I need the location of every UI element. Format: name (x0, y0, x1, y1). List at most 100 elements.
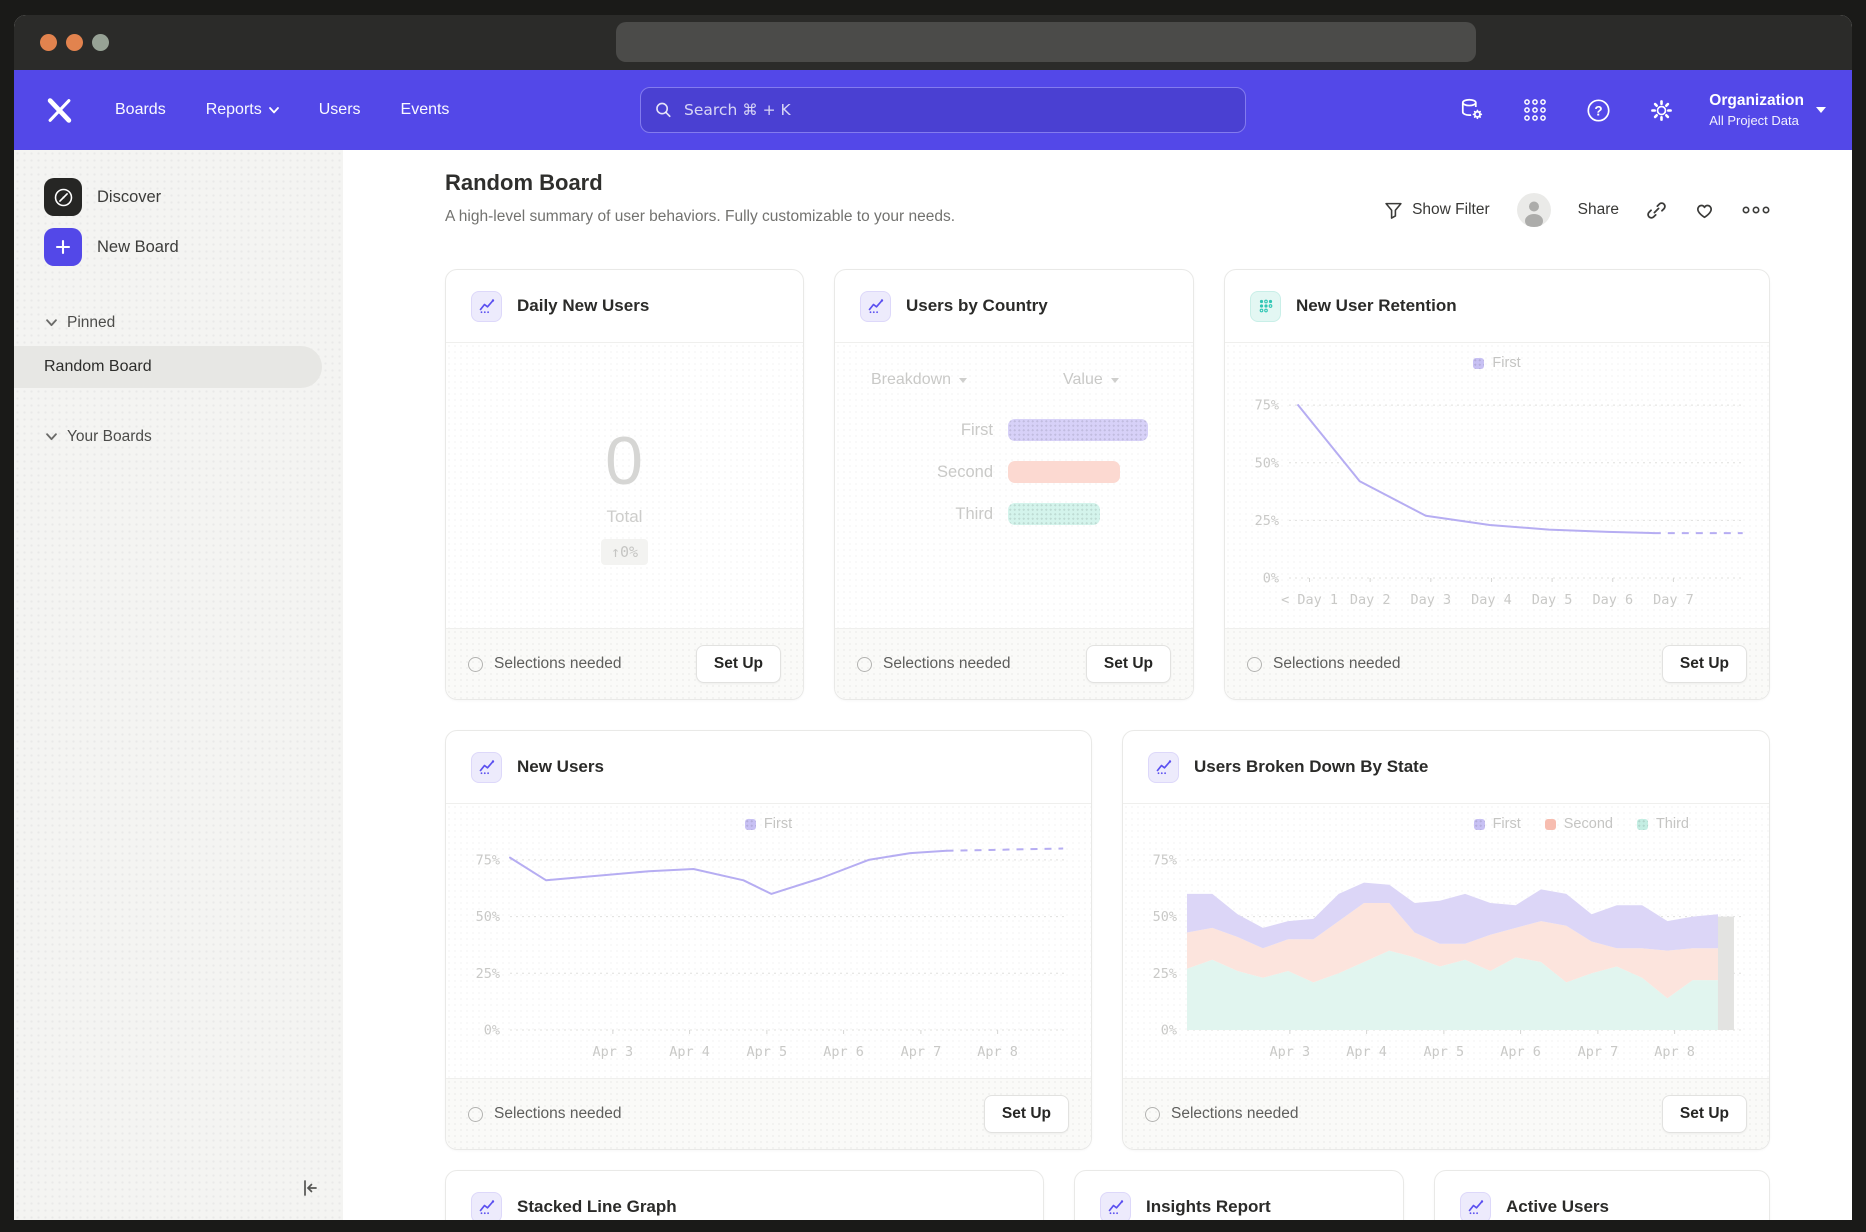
line-chart-icon (471, 291, 502, 322)
line-chart-icon (471, 752, 502, 783)
board-name: Random Board (44, 358, 152, 376)
svg-text:Apr 3: Apr 3 (1270, 1044, 1311, 1060)
svg-text:Day 2: Day 2 (1350, 592, 1391, 608)
line-chart-icon (471, 1192, 502, 1221)
compass-icon (44, 178, 82, 216)
board-actions: Show Filter Share (1384, 190, 1770, 230)
project-name: All Project Data (1709, 112, 1804, 130)
sidebar-collapse-button[interactable] (299, 1177, 321, 1204)
bar-row: Second (835, 451, 1193, 493)
avatar[interactable] (1517, 193, 1551, 227)
breakdown-dropdown[interactable]: Breakdown (871, 371, 967, 389)
sidebar-section-your-boards[interactable]: Your Boards (46, 428, 343, 446)
help-icon[interactable]: ? (1583, 95, 1613, 125)
nav-item-boards[interactable]: Boards (115, 101, 166, 119)
copy-link-icon[interactable] (1646, 200, 1667, 221)
svg-text:Apr 6: Apr 6 (823, 1044, 864, 1060)
svg-text:Apr 5: Apr 5 (1424, 1044, 1465, 1060)
metric-value: 0 (605, 427, 644, 495)
chevron-down-icon (46, 433, 57, 441)
card-header: Stacked Line Graph (446, 1171, 1043, 1220)
sidebar-section-pinned[interactable]: Pinned (46, 314, 343, 332)
status-text: Selections needed (1171, 1105, 1299, 1123)
svg-text:?: ? (1594, 103, 1602, 118)
data-management-icon[interactable] (1457, 95, 1487, 125)
mixpanel-logo-icon[interactable] (46, 97, 73, 124)
status-indicator: Selections needed (1145, 1105, 1299, 1123)
status-text: Selections needed (494, 655, 622, 673)
card-title: New User Retention (1296, 296, 1457, 316)
org-project-switcher[interactable]: Organization All Project Data (1709, 91, 1826, 129)
metric-label: Total (607, 507, 643, 527)
retention-line-chart: 75%50%25%0%< Day 1Day 2Day 3Day 4Day 5Da… (1225, 343, 1771, 632)
status-circle-icon (468, 657, 483, 672)
share-button[interactable]: Share (1578, 201, 1619, 219)
svg-text:Apr 4: Apr 4 (669, 1044, 710, 1060)
svg-text:Apr 4: Apr 4 (1346, 1044, 1387, 1060)
card-footer: Selections needed Set Up (446, 628, 803, 699)
sidebar-item-label: Discover (97, 188, 161, 207)
card-users-by-state: Users Broken Down By State FirstSecondTh… (1122, 730, 1770, 1150)
status-indicator: Selections needed (1247, 655, 1401, 673)
window-minimize-button[interactable] (66, 34, 83, 51)
set-up-button[interactable]: Set Up (1086, 645, 1171, 683)
card-header: Insights Report (1075, 1171, 1403, 1220)
set-up-button[interactable]: Set Up (984, 1095, 1069, 1133)
more-options-icon[interactable] (1742, 204, 1770, 216)
page-subtitle: A high-level summary of user behaviors. … (445, 208, 955, 226)
chevron-down-icon (269, 107, 279, 114)
card-title: Daily New Users (517, 296, 649, 316)
card-new-user-retention: New User Retention First 75%50%25%0%< Da… (1224, 269, 1770, 700)
bar-row: First (835, 409, 1193, 451)
line-chart-icon (1148, 752, 1179, 783)
section-label: Your Boards (67, 428, 152, 446)
org-name: Organization (1709, 91, 1804, 112)
bar-label: Second (835, 463, 1008, 482)
svg-text:Day 6: Day 6 (1592, 592, 1633, 608)
status-indicator: Selections needed (468, 1105, 622, 1123)
card-stacked-line-graph: Stacked Line Graph (445, 1170, 1044, 1220)
card-footer: Selections needed Set Up (446, 1078, 1091, 1149)
set-up-button[interactable]: Set Up (696, 645, 781, 683)
set-up-button[interactable]: Set Up (1662, 1095, 1747, 1133)
card-title: Stacked Line Graph (517, 1197, 677, 1217)
line-chart-icon (1460, 1192, 1491, 1221)
card-users-by-country: Users by Country Breakdown Value First S… (834, 269, 1194, 700)
card-body: First 75%50%25%0%< Day 1Day 2Day 3Day 4D… (1225, 343, 1769, 632)
card-footer: Selections needed Set Up (835, 628, 1193, 699)
svg-text:50%: 50% (1153, 909, 1177, 925)
svg-text:Day 3: Day 3 (1410, 592, 1451, 608)
window-zoom-button[interactable] (92, 34, 109, 51)
line-chart-icon (860, 291, 891, 322)
search-input[interactable] (682, 100, 1231, 120)
show-filter-button[interactable]: Show Filter (1384, 201, 1490, 220)
browser-address-bar[interactable] (616, 22, 1476, 62)
sidebar-item-new-board[interactable]: New Board (44, 228, 343, 266)
svg-text:Apr 5: Apr 5 (747, 1044, 788, 1060)
svg-text:75%: 75% (476, 852, 500, 868)
nav-item-reports[interactable]: Reports (206, 101, 279, 119)
state-stacked-area-chart: 75%50%25%0%Apr 3Apr 4Apr 5Apr 6Apr 7Apr … (1123, 804, 1771, 1082)
card-active-users: Active Users (1434, 1170, 1770, 1220)
svg-text:Day 7: Day 7 (1653, 592, 1694, 608)
window-close-button[interactable] (40, 34, 57, 51)
nav-item-users[interactable]: Users (319, 101, 361, 119)
top-navbar: Boards Reports Users Events (14, 70, 1852, 150)
chevron-down-icon (959, 378, 967, 383)
status-text: Selections needed (1273, 655, 1401, 673)
bar (1008, 419, 1148, 441)
set-up-button[interactable]: Set Up (1662, 645, 1747, 683)
search-icon (655, 101, 672, 119)
value-dropdown[interactable]: Value (1063, 371, 1119, 389)
chevron-down-icon (1816, 107, 1826, 113)
svg-text:50%: 50% (1255, 455, 1279, 471)
settings-gear-icon[interactable] (1646, 95, 1676, 125)
nav-item-events[interactable]: Events (401, 101, 450, 119)
apps-grid-icon[interactable] (1520, 95, 1550, 125)
sidebar-item-random-board[interactable]: Random Board (14, 346, 322, 388)
global-search[interactable] (640, 87, 1246, 133)
favorite-heart-icon[interactable] (1694, 200, 1715, 221)
sidebar: Discover New Board Pinned Random Board Y… (14, 150, 343, 1220)
sidebar-item-discover[interactable]: Discover (44, 178, 343, 216)
dropdown-label: Breakdown (871, 371, 951, 389)
